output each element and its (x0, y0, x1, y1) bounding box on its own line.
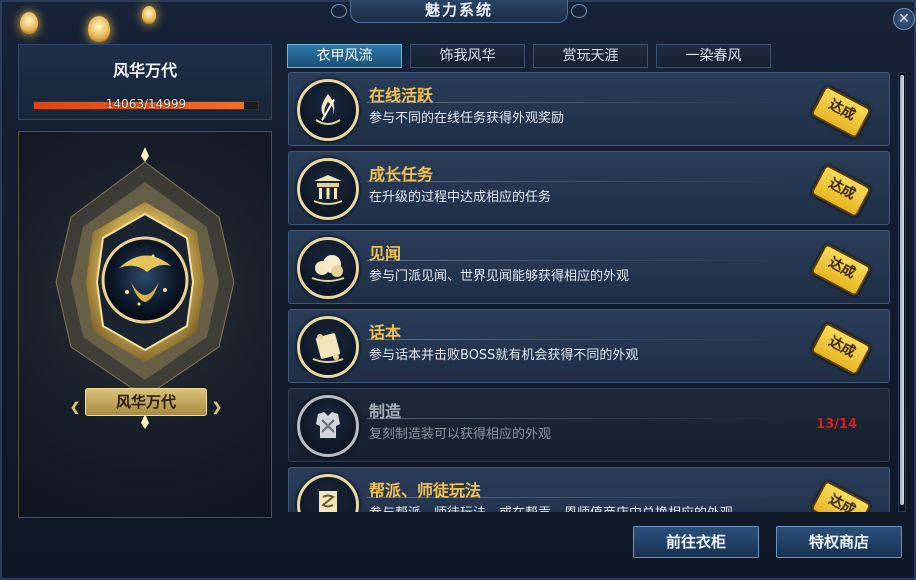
task-desc: 复刻制造装可以获得相应的外观 (369, 427, 552, 442)
flame-sword-icon (315, 94, 341, 125)
charm-emblem-panel: ❮ 风华万代 ❯ (18, 131, 272, 518)
chevron-right-icon: ❯ (211, 400, 222, 414)
privilege-shop-button[interactable]: 特权商店 (776, 526, 902, 558)
task-icon-frame (297, 395, 359, 457)
emblem-label: ❮ 风华万代 ❯ (70, 388, 222, 416)
list-item[interactable]: 见闻 参与门派见闻、世界见闻能够获得相应的外观 达成 (288, 230, 890, 304)
charm-level-title: 风华万代 (112, 61, 177, 80)
charm-progress-text: 14063/14999 (105, 97, 187, 111)
list-item[interactable]: 制造 复刻制造装可以获得相应的外观 13/14 (288, 388, 890, 462)
divider (367, 102, 787, 103)
go-to-wardrobe-button[interactable]: 前往衣柜 (633, 526, 759, 558)
divider (367, 181, 787, 182)
achieved-badge: 达成 (810, 84, 872, 140)
charm-progress-bar: 14063/14999 (33, 97, 259, 111)
divider (367, 260, 787, 261)
lantern-icon (88, 16, 110, 42)
achieved-badge: 达成 (810, 242, 872, 298)
tab-armor-style[interactable]: 衣甲风流 (287, 44, 402, 68)
task-icon-frame (297, 158, 359, 220)
achieved-badge: 达成 (810, 163, 872, 219)
pavilion-icon (313, 175, 343, 205)
divider (367, 339, 787, 340)
task-desc: 参与不同的在线任务获得外观奖励 (369, 111, 565, 126)
list-item[interactable]: 帮派、师徒玩法 参与帮派、师徒玩法，或在帮贡、恩师值商店中兑换相应的外观 达成 (288, 467, 890, 512)
armor-icon (316, 412, 340, 438)
list-item[interactable]: 话本 参与话本并击败BOSS就有机会获得不同的外观 达成 (288, 309, 890, 383)
task-desc: 参与帮派、师徒玩法，或在帮贡、恩师值商店中兑换相应的外观 (369, 502, 733, 512)
task-list: 在线活跃 参与不同的在线任务获得外观奖励 达成 成长任务 在升级的过程中达成相应… (288, 72, 892, 512)
task-icon-frame (297, 237, 359, 299)
cloud-icon (311, 255, 345, 282)
charm-level-panel: 风华万代 14063/14999 (18, 44, 272, 120)
chevron-left-icon: ❮ (70, 400, 81, 414)
divider (367, 418, 787, 419)
lantern-icon (20, 12, 38, 34)
scroll-icon (312, 333, 344, 363)
achieved-badge: 达成 (810, 321, 872, 377)
lantern-icon (142, 6, 156, 24)
list-item[interactable]: 成长任务 在升级的过程中达成相应的任务 达成 (288, 151, 890, 225)
tab-collectibles[interactable]: 赏玩天涯 (533, 44, 648, 68)
scrollbar-thumb[interactable] (900, 75, 904, 505)
achieved-badge: 达成 (810, 479, 872, 512)
task-icon-frame (297, 316, 359, 378)
title-ornament-icon (331, 4, 347, 18)
charm-emblem-icon (55, 147, 235, 429)
task-progress: 13/14 (816, 417, 857, 432)
tab-dyes[interactable]: 一染春风 (656, 44, 771, 68)
window-title-text: 魅力系统 (424, 1, 493, 19)
task-icon-frame (297, 79, 359, 141)
task-list-scrollbar[interactable] (898, 72, 906, 512)
lantern-decoration (14, 0, 164, 45)
close-button[interactable]: ✕ (893, 8, 915, 30)
close-icon: ✕ (898, 11, 910, 27)
emblem-label-text: 风华万代 (115, 393, 176, 411)
tab-accessory-style[interactable]: 饰我风华 (410, 44, 525, 68)
task-desc: 参与话本并击败BOSS就有机会获得不同的外观 (369, 348, 639, 363)
task-desc: 参与门派见闻、世界见闻能够获得相应的外观 (369, 269, 630, 284)
window-title: 魅力系统 (331, 0, 587, 23)
banner-icon (319, 491, 337, 512)
task-icon-frame (297, 474, 359, 512)
divider (367, 497, 787, 498)
list-item[interactable]: 在线活跃 参与不同的在线任务获得外观奖励 达成 (288, 72, 890, 146)
task-desc: 在升级的过程中达成相应的任务 (369, 190, 552, 205)
title-ornament-icon (571, 4, 587, 18)
